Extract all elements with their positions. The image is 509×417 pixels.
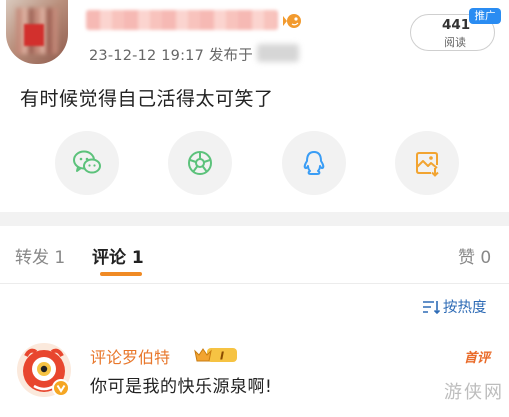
section-divider bbox=[0, 212, 509, 226]
fan-level-text: I bbox=[220, 350, 224, 363]
moments-icon bbox=[188, 151, 212, 175]
comment-text: 你可是我的快乐源泉啊! bbox=[90, 377, 273, 397]
watermark: 游侠网 bbox=[444, 382, 504, 403]
post-meta: 23-12-12 19:17 发布于 bbox=[89, 48, 253, 64]
author-name-redacted[interactable] bbox=[86, 10, 278, 30]
share-moments-button[interactable] bbox=[168, 131, 232, 195]
tab-comment[interactable]: 评论 1 bbox=[92, 243, 144, 268]
tab-like[interactable]: 赞 0 bbox=[458, 243, 491, 268]
vip-fish-icon bbox=[283, 14, 301, 28]
fan-level-badge: I bbox=[194, 348, 237, 363]
read-count: 441 bbox=[442, 17, 471, 33]
promo-tag: 推广 bbox=[469, 8, 501, 24]
tab-repost[interactable]: 转发 1 bbox=[15, 243, 65, 268]
post-text: 有时候觉得自己活得太可笑了 bbox=[20, 88, 274, 110]
commenter-avatar[interactable] bbox=[16, 342, 72, 398]
first-comment-tag: 首评 bbox=[464, 351, 491, 366]
qq-icon bbox=[303, 151, 325, 175]
author-avatar[interactable] bbox=[6, 0, 68, 64]
active-tab-indicator bbox=[100, 272, 142, 276]
sort-label: 按热度 bbox=[443, 300, 487, 316]
tabs-divider bbox=[0, 283, 509, 284]
commenter-name[interactable]: 评论罗伯特 bbox=[90, 344, 170, 368]
save-image-button[interactable] bbox=[395, 131, 459, 195]
read-label: 阅读 bbox=[444, 36, 466, 49]
save-image-icon bbox=[416, 152, 439, 177]
sort-by-hot-button[interactable]: 按热度 bbox=[422, 296, 487, 317]
location-redacted bbox=[257, 44, 299, 62]
wechat-icon bbox=[73, 150, 101, 174]
sort-icon bbox=[423, 300, 440, 314]
share-wechat-button[interactable] bbox=[55, 131, 119, 195]
share-qq-button[interactable] bbox=[282, 131, 346, 195]
